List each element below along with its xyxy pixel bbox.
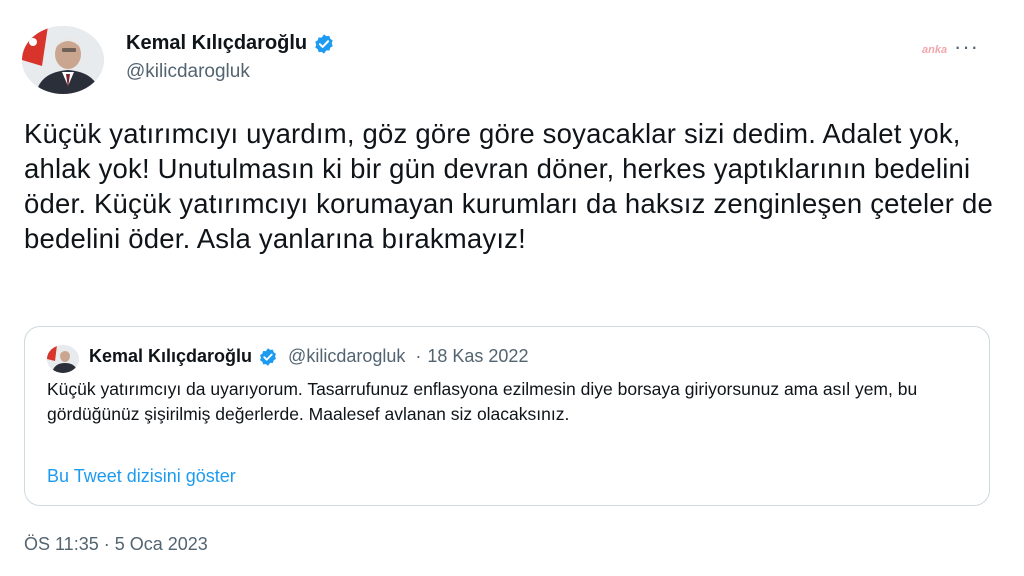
- verified-badge-icon: [313, 33, 335, 55]
- quoted-text: Küçük yatırımcıyı da uyarıyorum. Tasarru…: [47, 379, 918, 424]
- avatar[interactable]: [22, 26, 104, 94]
- quoted-profile-photo-icon: [47, 345, 79, 373]
- profile-photo-icon: [22, 26, 104, 94]
- quoted-tweet[interactable]: Kemal Kılıçdaroğlu @kilicdarogluk · 18 K…: [24, 326, 990, 506]
- tweet-timestamp[interactable]: ÖS 11:35 · 5 Oca 2023: [24, 534, 208, 555]
- quoted-avatar: [47, 345, 79, 373]
- author-name-row: Kemal Kılıçdaroğlu: [126, 32, 335, 55]
- show-thread-link[interactable]: Bu Tweet dizisini göster: [47, 466, 236, 487]
- author-block: Kemal Kılıçdaroğlu @kilicdarogluk: [126, 32, 335, 83]
- tweet-card: Kemal Kılıçdaroğlu @kilicdarogluk anka ·…: [0, 0, 1024, 576]
- watermark-logo: anka: [922, 44, 948, 56]
- quoted-separator: ·: [415, 346, 422, 366]
- quoted-date[interactable]: 18 Kas 2022: [427, 346, 528, 367]
- quoted-verified-badge-icon: [258, 347, 278, 367]
- quoted-author-name: Kemal Kılıçdaroğlu: [89, 346, 253, 366]
- quoted-header: Kemal Kılıçdaroğlu @kilicdarogluk · 18 K…: [89, 346, 528, 367]
- author-name[interactable]: Kemal Kılıçdaroğlu: [126, 32, 307, 55]
- more-horizontal-icon[interactable]: ···: [954, 34, 979, 60]
- quoted-handle: @kilicdarogluk: [288, 346, 406, 366]
- tweet-text: Küçük yatırımcıyı uyardım, göz göre göre…: [24, 118, 993, 254]
- author-handle[interactable]: @kilicdarogluk: [126, 61, 335, 83]
